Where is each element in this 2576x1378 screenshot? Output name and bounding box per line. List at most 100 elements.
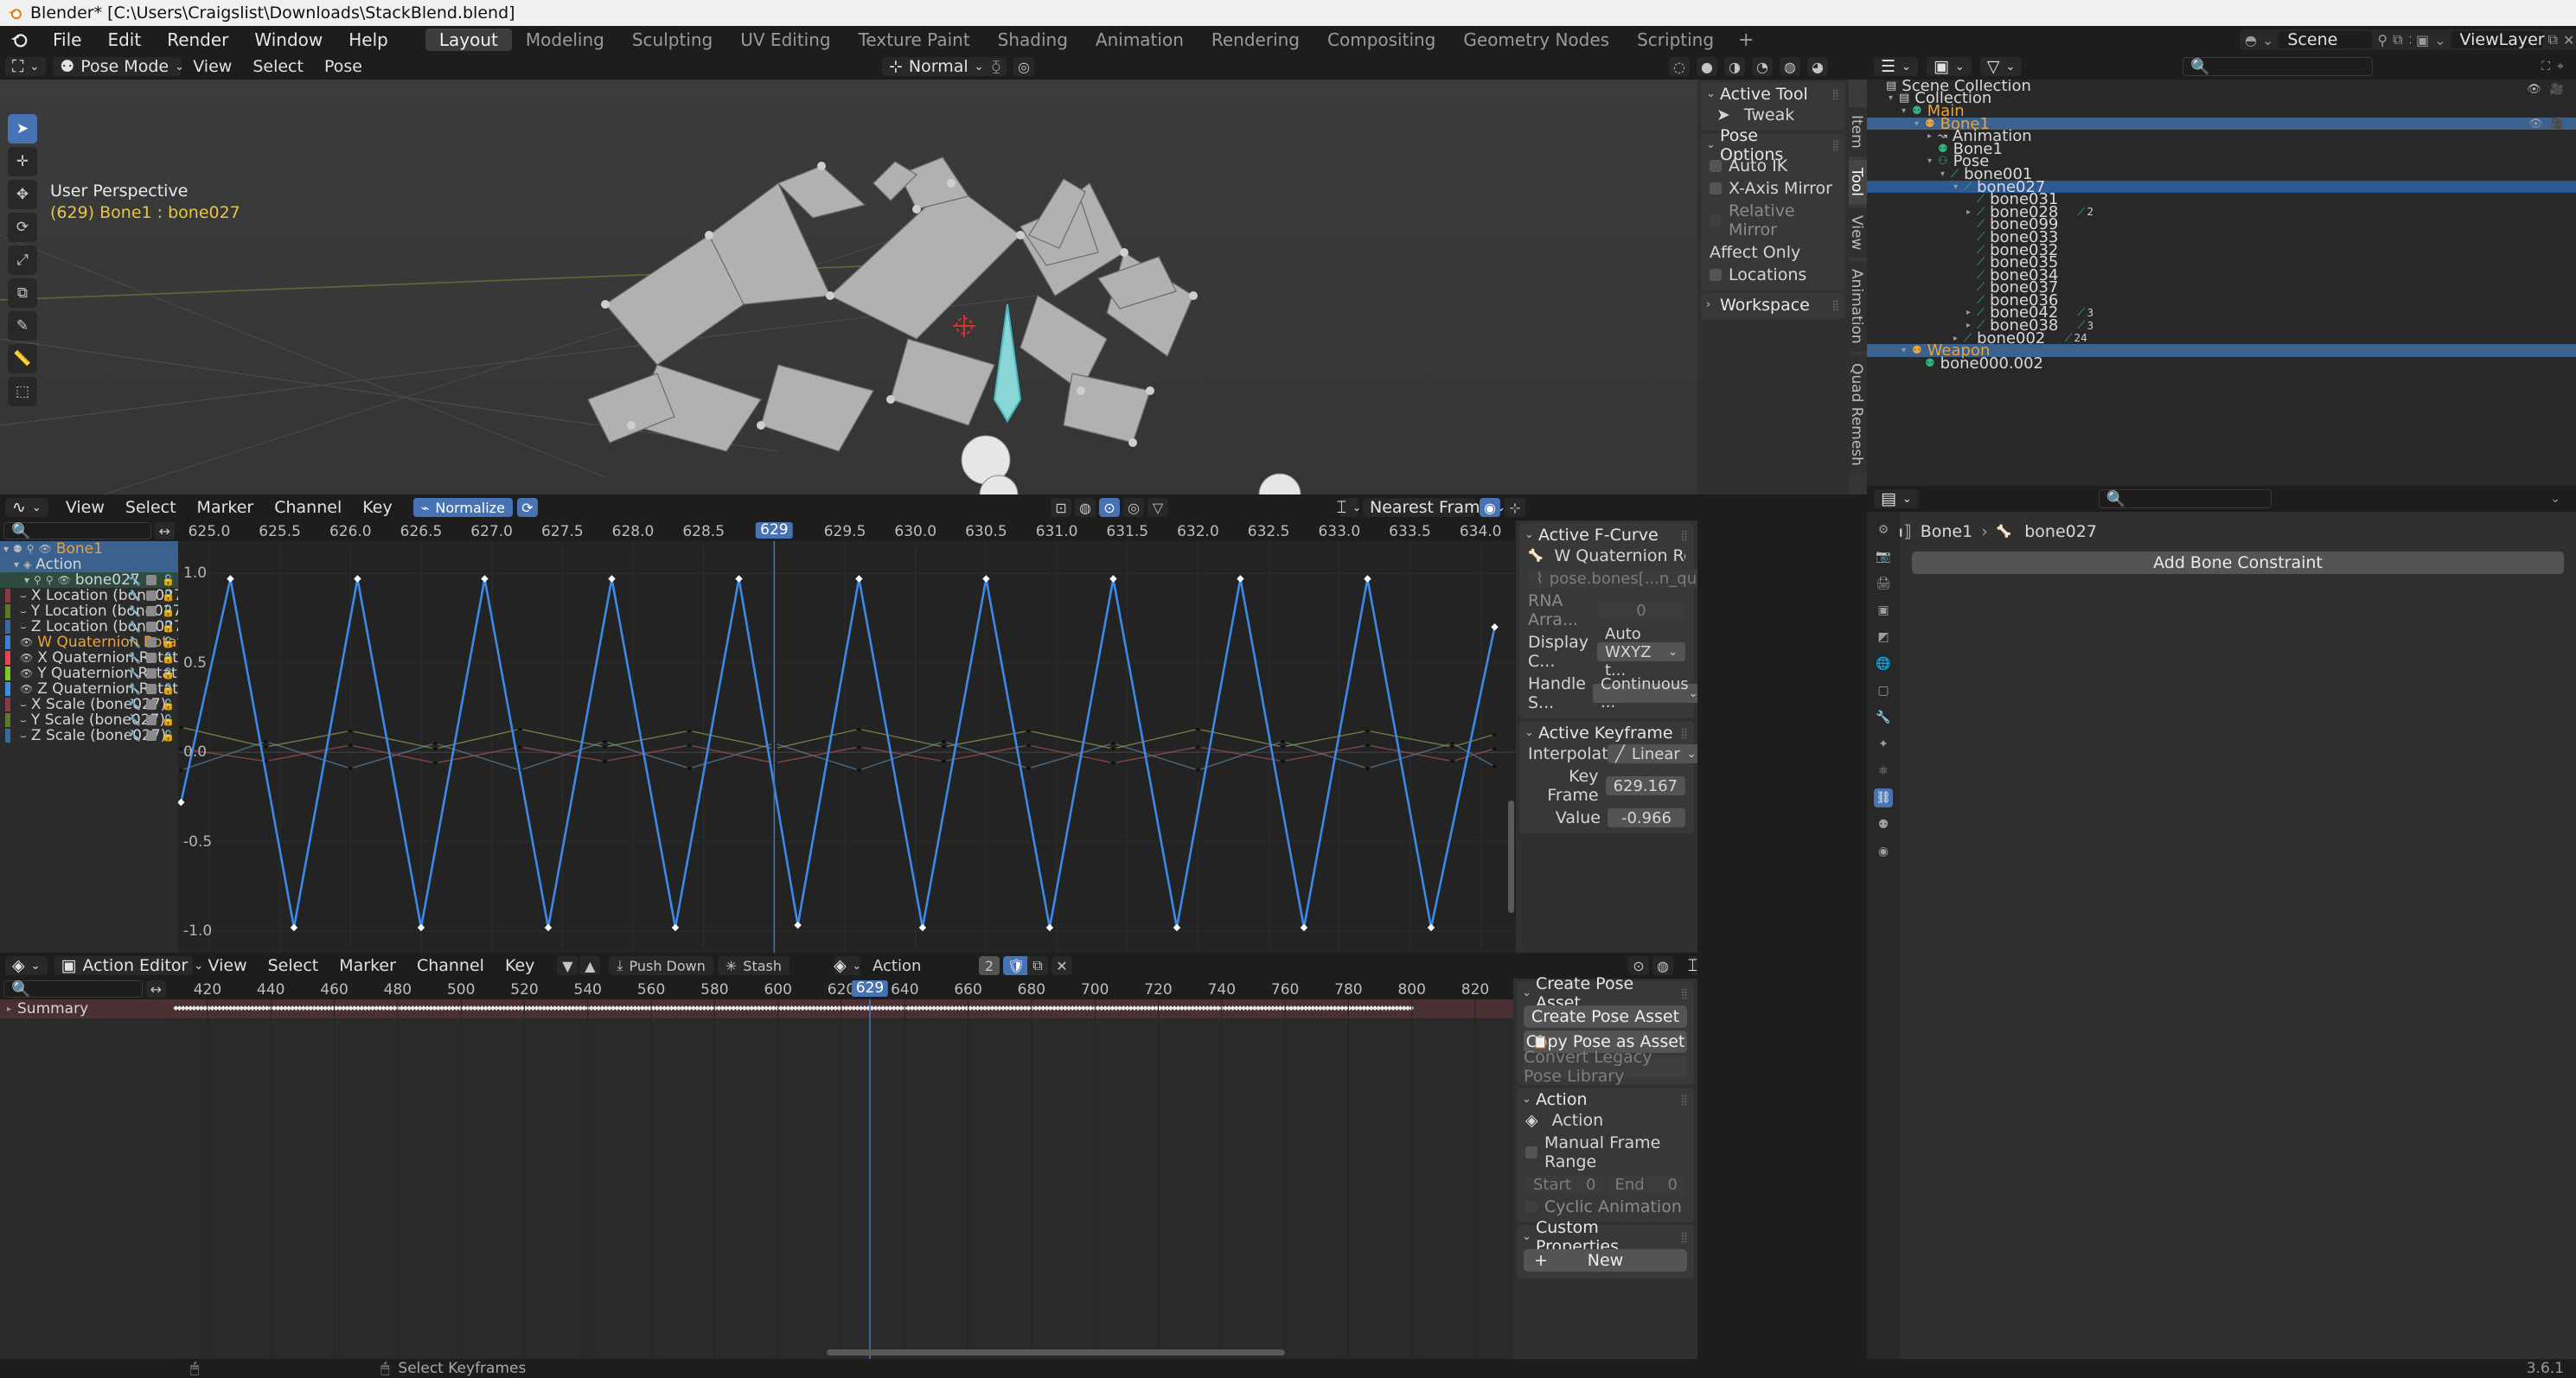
- chevron-right-icon[interactable]: ▸: [1927, 131, 1938, 141]
- outliner-search-input[interactable]: 🔍: [2183, 57, 2374, 76]
- dope-keyframe-canvas[interactable]: [169, 999, 1513, 1359]
- manual-frame-range-checkbox[interactable]: [1525, 1146, 1537, 1158]
- viewport-tab-quad-remesh[interactable]: Quad Remesh: [1848, 354, 1867, 474]
- mute-checkbox[interactable]: [146, 575, 157, 585]
- mode-selector[interactable]: ⚉ Pose Mode ⌄: [53, 57, 184, 76]
- graph-channel-z-location-bone027-[interactable]: ⌣ Z Location (bone027) 🔧 🔓: [0, 618, 178, 635]
- mute-checkbox[interactable]: [146, 622, 157, 632]
- graph-channel-action[interactable]: ▾ ◈ Action: [0, 556, 178, 573]
- blender-menu-logo-icon[interactable]: [10, 30, 29, 49]
- camera-icon[interactable]: 🎥: [2550, 118, 2564, 131]
- editor-type-button[interactable]: ▤ ⌄: [1874, 489, 1919, 508]
- dope-current-frame-indicator[interactable]: 629: [851, 980, 889, 997]
- outliner-row-bone038[interactable]: ▸ ⟋ bone038 ⟋ 3: [1867, 316, 2576, 335]
- graph-channel-y-scale-bone027-[interactable]: ⌣ Y Scale (bone027) 🔧 🔓: [0, 711, 178, 729]
- active-keyframe-panel-header[interactable]: ⌄ Active Keyframe ⣿: [1519, 723, 1694, 743]
- workspace-tab-rendering[interactable]: Rendering: [1198, 29, 1314, 51]
- frame-range-start-field[interactable]: Start 0: [1525, 1175, 1604, 1194]
- graph-channel-y-location-bone027-[interactable]: ⌣ Y Location (bone027) 🔧 🔓: [0, 603, 178, 620]
- editor-type-button[interactable]: ⛶ ⌄: [5, 57, 47, 76]
- modifier-icon[interactable]: 🔧: [128, 730, 141, 742]
- output-tab[interactable]: 🖨: [1874, 574, 1893, 593]
- action-panel-header[interactable]: ⌄ Action ⣿: [1517, 1089, 1694, 1109]
- active-tool-row[interactable]: ➤ Tweak: [1701, 104, 1845, 126]
- mute-checkbox[interactable]: [146, 637, 157, 648]
- viewport-canvas[interactable]: ➤ ✛ ✥ ⟳ ⤢ ⧉ ✎ 📏 ⬚ User Perspective (629)…: [0, 80, 1867, 494]
- modifier-icon[interactable]: 🔧: [128, 683, 141, 695]
- graph-channel-bone027[interactable]: ▾ ⚲ ⚲ 👁 bone027 🔧 🔓: [0, 571, 178, 589]
- viewport-gizmo-button[interactable]: ◍: [1780, 57, 1800, 76]
- outliner-row-bone031[interactable]: ⟋ bone031: [1867, 190, 2576, 208]
- lock-icon[interactable]: 🔓: [162, 699, 175, 711]
- interpolation-row[interactable]: Interpolation ╱ Linear ⌄: [1519, 743, 1697, 765]
- checkbox[interactable]: [1710, 214, 1722, 226]
- scale-tool-button[interactable]: ⤢: [8, 246, 37, 275]
- chevron-down-icon[interactable]: ▾: [1940, 169, 1951, 179]
- chevron-down-icon[interactable]: ▾: [1927, 156, 1938, 166]
- mute-checkbox[interactable]: [146, 715, 157, 725]
- armature-rig[interactable]: [0, 80, 1867, 494]
- workspace-tab-sculpting[interactable]: Sculpting: [618, 29, 726, 51]
- summary-channel-row[interactable]: ▸ Summary: [0, 999, 169, 1018]
- mute-checkbox[interactable]: [146, 699, 157, 710]
- viewlayer-tab[interactable]: ▣: [1874, 601, 1893, 620]
- graph-only-selected-button[interactable]: ⊙: [1099, 498, 1120, 517]
- workspace-tab-modeling[interactable]: Modeling: [512, 29, 618, 51]
- new-custom-property-button[interactable]: + New: [1524, 1249, 1687, 1272]
- pose-option-x-axis-mirror-row[interactable]: X-Axis Mirror: [1701, 177, 1845, 200]
- graph-channel-x-location-bone027-[interactable]: ⌣ X Location (bone027) 🔧 🔓: [0, 587, 178, 604]
- modifier-icon[interactable]: 🔧: [128, 667, 141, 679]
- chevron-down-icon[interactable]: ▾: [1953, 182, 1964, 192]
- add-primitive-tool-button[interactable]: ⬚: [8, 377, 37, 406]
- graph-menu-channel[interactable]: Channel: [264, 494, 352, 520]
- mute-checkbox[interactable]: [146, 653, 157, 663]
- modifier-icon[interactable]: 🔧: [128, 699, 141, 711]
- curve-hidden-icon[interactable]: ⌣: [20, 621, 27, 634]
- graph-time-ruler[interactable]: 625.0 625.5 626.0 626.5 627.0 627.5 628.0 628.5…: [178, 520, 1516, 541]
- outliner-row-bone035[interactable]: ⟋ bone035: [1867, 253, 2576, 271]
- dopesheet-only-selected-button[interactable]: ⊙: [1628, 956, 1649, 975]
- action-users-count[interactable]: 2: [979, 956, 1000, 975]
- outliner-row-bone037[interactable]: ⟋ bone037: [1867, 278, 2576, 297]
- stash-button[interactable]: ✳ Stash: [717, 956, 790, 975]
- data-tab[interactable]: ⚉: [1874, 815, 1893, 834]
- active-tool-panel-header[interactable]: ⌄ Active Tool ⣿: [1701, 84, 1845, 104]
- workspace-tab-animation[interactable]: Animation: [1082, 29, 1198, 51]
- viewlayer-name-field[interactable]: ViewLayer: [2451, 31, 2545, 48]
- graph-auto-snap-button[interactable]: ◉: [1480, 498, 1500, 517]
- outliner-row-bone042[interactable]: ▸ ⟋ bone042 ⟋ 3: [1867, 303, 2576, 322]
- channel-resize-handle[interactable]: ↔: [154, 522, 175, 539]
- viewport-shading-wire-button[interactable]: ◌: [1669, 57, 1690, 76]
- graph-channel-x-quaternion-rotation-bone027-[interactable]: 👁X Quaternion Rotation (bone027)🔧🔓: [0, 649, 178, 667]
- mute-checkbox[interactable]: [146, 684, 157, 694]
- chevron-down-icon[interactable]: ▾: [1902, 346, 1912, 355]
- pin-icon[interactable]: ⚲: [27, 543, 35, 555]
- graph-channel-search-input[interactable]: 🔍: [3, 522, 151, 540]
- top-menu-window[interactable]: Window: [241, 26, 336, 54]
- dopesheet-mode-selector[interactable]: ▣ Action Editor ⌄: [54, 956, 203, 975]
- pin-icon[interactable]: ⚲: [2377, 32, 2387, 48]
- custom-properties-panel-header[interactable]: ⌄ Custom Properties ⣿: [1517, 1218, 1694, 1256]
- affect-only-locations-row[interactable]: Locations: [1701, 264, 1845, 286]
- new-viewlayer-icon[interactable]: ⧉: [2548, 31, 2558, 48]
- active-fcurve-panel-header[interactable]: ⌄ Active F-Curve ⣿: [1519, 525, 1694, 545]
- editor-type-button[interactable]: ☰ ⌄: [1874, 57, 1918, 76]
- create-pose-asset-button[interactable]: Create Pose Asset: [1524, 1005, 1687, 1028]
- curve-hidden-icon[interactable]: ⌣: [20, 730, 27, 743]
- workspace-tab-texture-paint[interactable]: Texture Paint: [845, 29, 984, 51]
- tweak-tool-button[interactable]: ➤: [8, 114, 37, 144]
- lock-icon[interactable]: 🔓: [162, 683, 175, 695]
- chevron-right-icon[interactable]: ▸: [7, 1005, 17, 1014]
- top-menu-edit[interactable]: Edit: [94, 26, 154, 54]
- eye-icon[interactable]: 👁: [20, 667, 33, 679]
- normalize-toggle-button[interactable]: ⌁ Normalize: [412, 498, 513, 517]
- lock-icon[interactable]: 🔓: [162, 652, 175, 664]
- viewport-tab-view[interactable]: View: [1848, 207, 1867, 258]
- properties-options-icon[interactable]: ⌄: [2550, 492, 2569, 506]
- curve-hidden-icon[interactable]: ⌣: [20, 605, 27, 618]
- rotate-tool-button[interactable]: ⟳: [8, 213, 37, 242]
- outliner-row-bone032[interactable]: ⟋ bone032: [1867, 241, 2576, 259]
- modifier-tab[interactable]: 🔧: [1874, 708, 1893, 727]
- lock-icon[interactable]: 🔓: [162, 605, 175, 617]
- top-menu-render[interactable]: Render: [154, 26, 241, 54]
